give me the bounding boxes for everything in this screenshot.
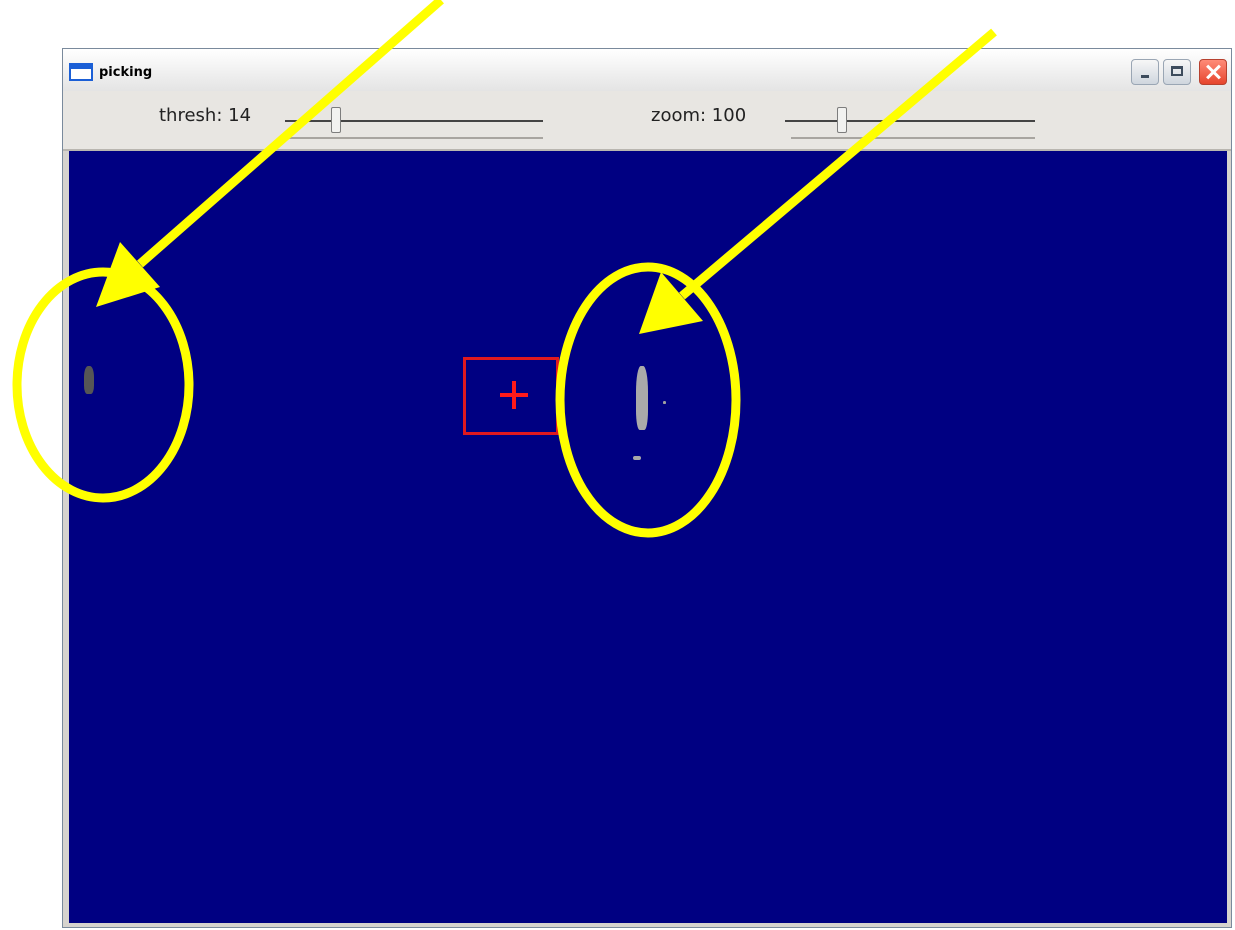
crosshair-icon xyxy=(500,381,528,409)
app-window: picking thresh: 14 zoom: 100 xyxy=(62,48,1232,928)
slider-toolbar: thresh: 14 zoom: 100 xyxy=(63,91,1231,151)
window-title: picking xyxy=(99,65,153,80)
thresh-slider-knob[interactable] xyxy=(331,107,341,133)
thresh-label: thresh: 14 xyxy=(159,105,252,126)
thresh-slider-track[interactable] xyxy=(285,120,543,122)
maximize-button[interactable] xyxy=(1163,59,1191,85)
zoom-label: zoom: 100 xyxy=(651,105,747,126)
zoom-slider-track[interactable] xyxy=(785,120,1035,122)
minimize-button[interactable] xyxy=(1131,59,1159,85)
detected-object-speck xyxy=(663,401,666,404)
detected-object-left xyxy=(84,366,94,394)
target-box xyxy=(463,357,559,435)
thresh-slider-underline xyxy=(285,137,543,139)
close-button[interactable] xyxy=(1199,59,1227,85)
window-icon xyxy=(69,63,93,81)
zoom-slider-knob[interactable] xyxy=(837,107,847,133)
detected-object-right xyxy=(636,366,648,430)
detected-object-fragment xyxy=(633,456,641,460)
zoom-slider-underline xyxy=(791,137,1035,139)
title-bar[interactable]: picking xyxy=(63,49,1231,92)
image-canvas[interactable] xyxy=(69,151,1227,923)
